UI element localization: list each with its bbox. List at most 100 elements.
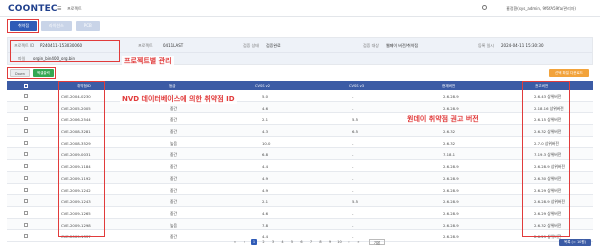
cell-cvss2: 4.6 — [262, 105, 269, 111]
page-link[interactable]: 8 — [318, 239, 324, 245]
col-severity-header[interactable]: 등급 — [169, 84, 176, 89]
list-size-button[interactable]: 목록 (= 10원) — [558, 239, 591, 246]
cell-severity: 중간 — [170, 234, 177, 240]
row-checkbox[interactable] — [24, 210, 28, 215]
cell-cvss2: 4.9 — [262, 187, 269, 193]
cell-cvss2: 2.1 — [262, 117, 269, 123]
annotation-nvd-id: NVD 데이터베이스에 의한 취약점 ID — [120, 94, 237, 104]
status-value: 검증완료 — [266, 43, 281, 48]
row-checkbox[interactable] — [24, 105, 28, 110]
cell-cvss3: - — [352, 105, 354, 111]
cell-cvss3: - — [352, 140, 354, 146]
highlight-box-tabs — [7, 19, 39, 33]
page-link[interactable]: 1 — [251, 239, 257, 245]
project-version-value: 0411LAST — [163, 43, 184, 48]
page-size-select[interactable]: 기본 — [369, 239, 385, 245]
row-checkbox[interactable] — [24, 117, 28, 122]
page-link[interactable]: 5 — [289, 239, 295, 245]
cell-current-version: 2.6.28.9 — [443, 105, 459, 111]
highlight-box-id-column — [58, 81, 105, 237]
cell-cvss2: 7.8 — [262, 222, 269, 228]
cell-cvss3: - — [352, 175, 354, 181]
cell-current-version: 2.6.28.9 — [443, 210, 459, 216]
page-link[interactable]: » — [356, 239, 362, 245]
page-link[interactable]: 4 — [280, 239, 286, 245]
cell-severity: 중간 — [170, 175, 177, 181]
cell-severity: 중간 — [170, 164, 177, 170]
cell-cvss2: 5.0 — [262, 94, 269, 99]
app-logo: COONTEC — [8, 4, 58, 14]
cell-cvss2: 2.1 — [262, 199, 269, 205]
date-label: 등록 일시 — [478, 43, 494, 48]
annotation-advisory: 원데이 취약점 권고 버전 — [405, 114, 481, 124]
cell-cvss3: - — [352, 164, 354, 170]
row-checkbox[interactable] — [24, 94, 28, 98]
cell-cvss3: 6.5 — [352, 129, 359, 135]
page-link[interactable]: « — [232, 239, 238, 245]
cell-cvss2: 10.0 — [262, 140, 271, 146]
cell-current-version: 2.6.28.9 — [443, 199, 459, 205]
pagination: « ‹ 1 2 3 4 5 6 7 8 9 10 › » 기본 — [232, 239, 385, 245]
cell-current-version: 2.6.28.9 — [443, 234, 459, 240]
row-checkbox[interactable] — [24, 140, 28, 145]
row-checkbox[interactable] — [24, 199, 28, 204]
cell-current-version: 2.6.28.9 — [443, 164, 459, 170]
row-checkbox[interactable] — [24, 129, 28, 134]
row-checkbox[interactable] — [24, 175, 28, 180]
user-info[interactable]: 홍정환(sys_admin, 9f6fA59fa/관리자) — [506, 6, 576, 12]
col-cvss2-header[interactable]: CVSS v2 — [255, 84, 270, 88]
cell-severity: 중간 — [170, 199, 177, 205]
row-checkbox[interactable] — [24, 152, 28, 157]
row-checkbox[interactable] — [24, 187, 28, 192]
col-cvss3-header[interactable]: CVSS v3 — [349, 84, 364, 88]
cell-current-version: 2.6.28.9 — [443, 175, 459, 181]
cell-current-version: 7.18.1 — [443, 152, 456, 158]
highlight-box-project-info — [10, 40, 120, 62]
page-link[interactable]: 3 — [270, 239, 276, 245]
cell-cvss2: 4.6 — [262, 210, 269, 216]
cell-current-version: 2.6.32 — [443, 129, 456, 135]
page-link[interactable]: 7 — [308, 239, 314, 245]
cell-cvss2: 4.9 — [262, 175, 269, 181]
select-all-checkbox[interactable] — [24, 83, 28, 88]
cell-cvss2: 4.4 — [262, 164, 269, 170]
row-checkbox[interactable] — [24, 222, 28, 227]
cell-cvss3: - — [352, 222, 354, 228]
cell-severity: 중간 — [170, 129, 177, 135]
page-link[interactable]: 2 — [261, 239, 267, 245]
cell-cvss2: 6.8 — [262, 152, 269, 158]
cell-severity: 중간 — [170, 210, 177, 216]
cell-cvss3: - — [352, 94, 354, 99]
cell-cvss3: 5.5 — [352, 117, 359, 123]
tab-license[interactable]: 라이선스 — [41, 21, 72, 31]
cell-cvss3: 5.5 — [352, 199, 359, 205]
page-link[interactable]: 6 — [299, 239, 305, 245]
row-checkbox[interactable] — [24, 234, 28, 239]
date-value: 2024-04-11 15:30:30 — [501, 43, 544, 48]
status-label: 검증 상태 — [243, 43, 259, 48]
page-link[interactable]: 9 — [327, 239, 333, 245]
highlight-box-advisory-column — [522, 81, 570, 237]
page-link[interactable]: ‹ — [242, 239, 248, 245]
cell-cvss3: - — [352, 152, 354, 158]
selected-download-button[interactable]: 선택 파일 다운로드 — [549, 69, 589, 77]
tab-pcb[interactable]: PCB — [75, 21, 100, 31]
row-checkbox[interactable] — [24, 164, 28, 169]
cell-severity: 높음 — [170, 140, 177, 146]
source-value: 웹페이 버전/취약점 — [386, 43, 419, 48]
cell-cvss2: 4.3 — [262, 129, 269, 135]
cell-severity: 중간 — [170, 187, 177, 193]
cell-severity: 높음 — [170, 222, 177, 228]
col-current-version-header[interactable]: 현재버전 — [442, 84, 455, 89]
page-link[interactable]: › — [346, 239, 352, 245]
cell-current-version: 2.6.28.9 — [443, 94, 459, 99]
hamburger-icon[interactable]: ☰ — [57, 6, 61, 12]
cell-current-version: 2.6.28.9 — [443, 187, 459, 193]
top-bar: COONTEC ☰ 프로젝트 홍정환(sys_admin, 9f6fA59fa/… — [0, 0, 600, 17]
cell-current-version: 2.6.28.9 — [443, 222, 459, 228]
cell-severity: 중간 — [170, 152, 177, 158]
annotation-project-mgmt: 프로젝트별 관리 — [122, 56, 174, 66]
cell-cvss3: - — [352, 210, 354, 216]
cell-cvss3: - — [352, 187, 354, 193]
page-link[interactable]: 10 — [337, 239, 343, 245]
